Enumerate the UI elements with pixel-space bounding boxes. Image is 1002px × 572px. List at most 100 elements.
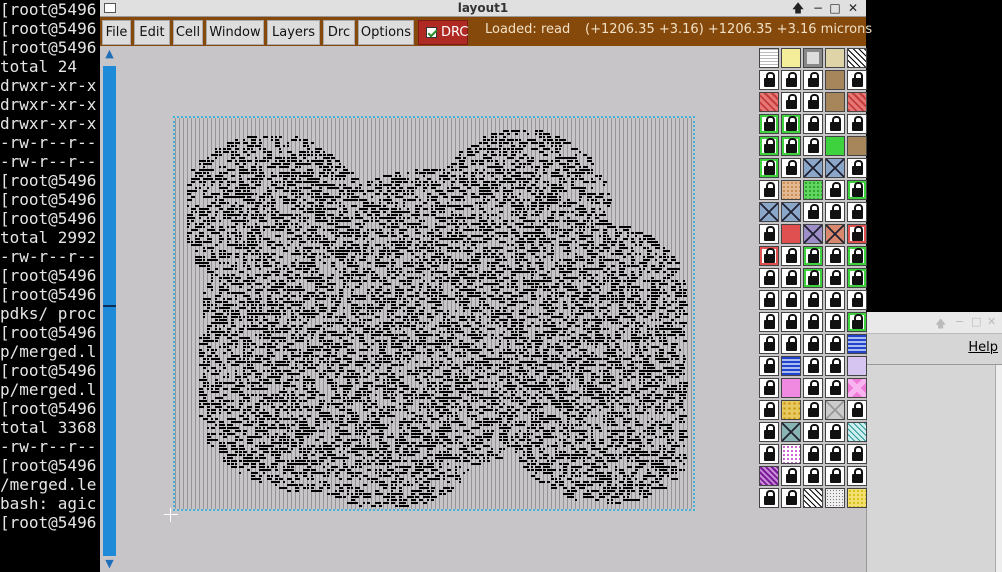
- layer-swatch-gray-dot[interactable]: [825, 488, 845, 508]
- vertical-scrollbar[interactable]: ▲ ▼: [100, 46, 118, 572]
- layer-swatch-lock[interactable]: [781, 158, 801, 178]
- layer-swatch-lock-green[interactable]: [781, 136, 801, 156]
- layer-swatch-cross-dark[interactable]: [781, 422, 801, 442]
- layer-swatch-lock-green[interactable]: [759, 158, 779, 178]
- layer-swatch-purple-diag[interactable]: [759, 466, 779, 486]
- layer-swatch-lock-green[interactable]: [803, 268, 823, 288]
- window-close-icon[interactable]: ✕: [987, 315, 996, 328]
- layer-swatch-lock[interactable]: [759, 290, 779, 310]
- layer-swatch-yellow-dot[interactable]: [847, 488, 867, 508]
- layer-swatch-cross-blue[interactable]: [803, 158, 823, 178]
- layer-swatch-lock[interactable]: [803, 422, 823, 442]
- menu-edit[interactable]: Edit: [134, 20, 170, 45]
- layer-swatch-cross-purple[interactable]: [803, 224, 823, 244]
- layer-swatch-lock-green[interactable]: [781, 114, 801, 134]
- layer-swatch-lock-green[interactable]: [803, 246, 823, 266]
- window-maximize-icon[interactable]: □: [827, 0, 843, 16]
- layer-swatch-pink-solid[interactable]: [781, 378, 801, 398]
- layer-swatch-lock[interactable]: [847, 400, 867, 420]
- layer-swatch-lock[interactable]: [803, 290, 823, 310]
- window-close-icon[interactable]: ✕: [845, 0, 861, 16]
- layer-swatch-lock[interactable]: [781, 290, 801, 310]
- menu-layers[interactable]: Layers: [267, 20, 320, 45]
- layer-swatch-lock[interactable]: [825, 334, 845, 354]
- layer-swatch-lock[interactable]: [759, 70, 779, 90]
- layer-swatch-tan[interactable]: [825, 48, 845, 68]
- layer-swatch-lock[interactable]: [825, 444, 845, 464]
- layer-swatch-blue-wave[interactable]: [781, 356, 801, 376]
- layer-swatch-lock[interactable]: [781, 334, 801, 354]
- layer-swatch-cross-blue[interactable]: [825, 158, 845, 178]
- secondary-scrollbar[interactable]: [995, 365, 1002, 572]
- layer-swatch-teal-diag[interactable]: [847, 422, 867, 442]
- layer-swatch-lock[interactable]: [759, 180, 779, 200]
- layer-swatch-lock-green[interactable]: [847, 312, 867, 332]
- layer-swatch-cross-blue[interactable]: [781, 202, 801, 222]
- menu-drc[interactable]: Drc: [323, 20, 355, 45]
- layer-swatch-lock[interactable]: [781, 246, 801, 266]
- layer-swatch-lock[interactable]: [825, 422, 845, 442]
- layer-swatch-lock[interactable]: [847, 290, 867, 310]
- layer-swatch-lock[interactable]: [803, 356, 823, 376]
- layer-swatch-lock[interactable]: [847, 444, 867, 464]
- layer-swatch-lock[interactable]: [803, 444, 823, 464]
- layer-swatch-lock[interactable]: [825, 180, 845, 200]
- layer-swatch-lock[interactable]: [825, 268, 845, 288]
- layer-swatch-lock[interactable]: [759, 444, 779, 464]
- layer-swatch-lock[interactable]: [847, 466, 867, 486]
- layer-swatch-lock[interactable]: [825, 114, 845, 134]
- menu-window[interactable]: Window: [206, 20, 264, 45]
- layer-swatch-lock[interactable]: [825, 356, 845, 376]
- layer-swatch-lock-green[interactable]: [759, 136, 779, 156]
- layer-swatch-green-dot[interactable]: [803, 180, 823, 200]
- menu-file[interactable]: File: [102, 20, 131, 45]
- layer-swatch-lock[interactable]: [759, 422, 779, 442]
- layer-swatch-lock[interactable]: [759, 268, 779, 288]
- layer-swatch-lock[interactable]: [803, 378, 823, 398]
- layer-swatch-lock-red[interactable]: [759, 246, 779, 266]
- layer-swatch-lock[interactable]: [781, 92, 801, 112]
- layer-swatch-lock[interactable]: [847, 70, 867, 90]
- layer-swatch-lock[interactable]: [803, 334, 823, 354]
- layer-swatch-lock[interactable]: [759, 334, 779, 354]
- layer-swatch-lock[interactable]: [825, 290, 845, 310]
- layer-swatch-lock-red[interactable]: [847, 224, 867, 244]
- layer-swatch-lock[interactable]: [759, 224, 779, 244]
- help-menu[interactable]: Help: [968, 340, 998, 355]
- layer-swatch-lock[interactable]: [803, 136, 823, 156]
- layer-swatch-cross-blue[interactable]: [759, 202, 779, 222]
- menu-options[interactable]: Options: [358, 20, 414, 45]
- layer-swatch-lock[interactable]: [803, 114, 823, 134]
- layer-swatch-blue-wave[interactable]: [847, 334, 867, 354]
- layer-swatch-lock[interactable]: [847, 158, 867, 178]
- layer-swatch-gray-box[interactable]: [803, 48, 823, 68]
- layer-swatch-lock-green[interactable]: [847, 180, 867, 200]
- layout-canvas[interactable]: [118, 46, 754, 572]
- layer-swatch-diag-dark[interactable]: [847, 48, 867, 68]
- layer-swatch-purple-dot[interactable]: [781, 444, 801, 464]
- layer-swatch-lock[interactable]: [759, 400, 779, 420]
- layer-swatch-gray-cross[interactable]: [825, 400, 845, 420]
- layer-swatch-lock[interactable]: [759, 378, 779, 398]
- menu-cell[interactable]: Cell: [173, 20, 203, 45]
- layer-swatch-red-diag[interactable]: [847, 92, 867, 112]
- window-up-icon[interactable]: 🡅: [790, 0, 806, 16]
- layer-swatch-lock-green[interactable]: [847, 268, 867, 288]
- layer-swatch-lock[interactable]: [781, 268, 801, 288]
- layer-swatch-green-solid[interactable]: [825, 136, 845, 156]
- layer-swatch-grid-white[interactable]: [759, 48, 779, 68]
- window-maximize-icon[interactable]: □: [971, 315, 981, 328]
- layer-swatch-lock[interactable]: [847, 202, 867, 222]
- layer-swatch-tan-dot[interactable]: [781, 180, 801, 200]
- layer-swatch-lock[interactable]: [759, 356, 779, 376]
- layer-swatch-yellow-stipple[interactable]: [781, 48, 801, 68]
- layer-swatch-tan-solid[interactable]: [847, 136, 867, 156]
- layer-swatch-lock[interactable]: [825, 378, 845, 398]
- layer-swatch-cross-red[interactable]: [825, 224, 845, 244]
- layer-swatch-lock[interactable]: [825, 312, 845, 332]
- layer-swatch-lock[interactable]: [803, 400, 823, 420]
- layer-swatch-lock[interactable]: [759, 312, 779, 332]
- layer-swatch-tan-solid[interactable]: [825, 92, 845, 112]
- layer-swatch-yellow-pattern[interactable]: [781, 400, 801, 420]
- layer-swatch-lock[interactable]: [759, 488, 779, 508]
